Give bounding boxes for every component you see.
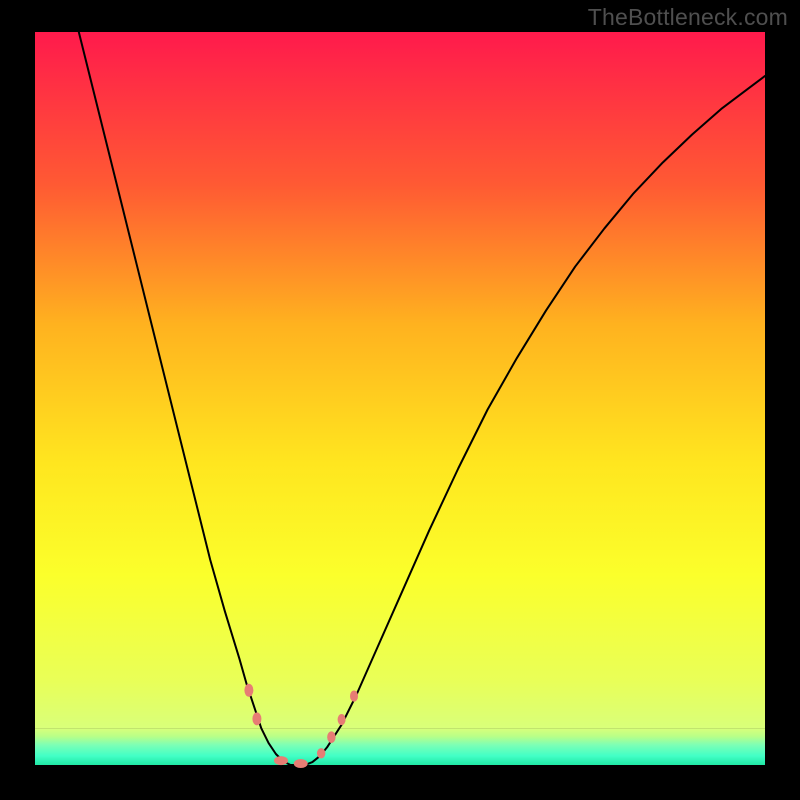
chart-frame: TheBottleneck.com [0, 0, 800, 800]
watermark-text: TheBottleneck.com [588, 4, 788, 31]
bottleneck-chart [0, 0, 800, 800]
